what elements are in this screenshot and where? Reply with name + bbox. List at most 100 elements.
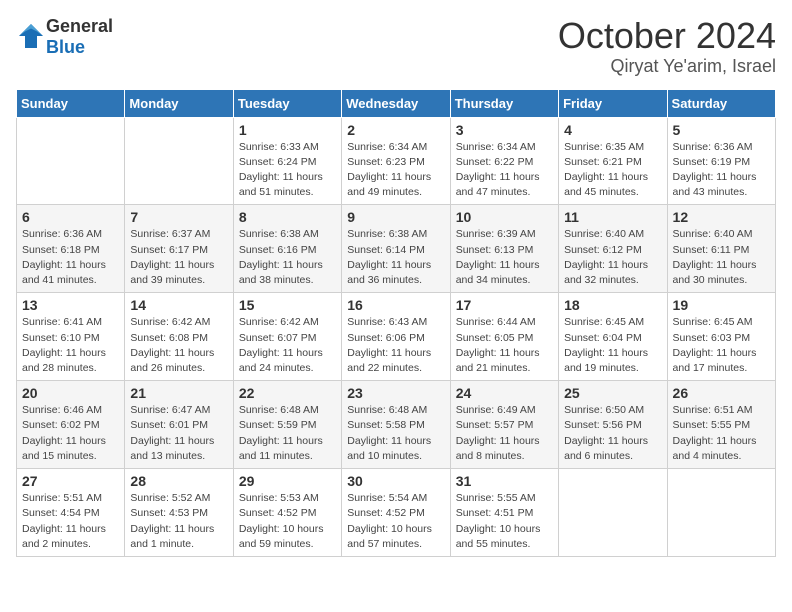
- day-number: 31: [456, 473, 553, 489]
- calendar-cell: 4 Sunrise: 6:35 AMSunset: 6:21 PMDaylight…: [559, 117, 667, 205]
- day-detail: Sunrise: 6:42 AMSunset: 6:07 PMDaylight:…: [239, 315, 336, 376]
- calendar-cell: 27 Sunrise: 5:51 AMSunset: 4:54 PMDayligh…: [17, 469, 125, 557]
- header-friday: Friday: [559, 89, 667, 117]
- calendar-week-5: 27 Sunrise: 5:51 AMSunset: 4:54 PMDayligh…: [17, 469, 776, 557]
- day-detail: Sunrise: 6:38 AMSunset: 6:14 PMDaylight:…: [347, 227, 444, 288]
- day-number: 15: [239, 297, 336, 313]
- day-number: 24: [456, 385, 553, 401]
- header-sunday: Sunday: [17, 89, 125, 117]
- day-number: 12: [673, 209, 770, 225]
- day-detail: Sunrise: 5:55 AMSunset: 4:51 PMDaylight:…: [456, 491, 553, 552]
- day-number: 14: [130, 297, 227, 313]
- calendar-week-2: 6 Sunrise: 6:36 AMSunset: 6:18 PMDaylight…: [17, 205, 776, 293]
- day-number: 30: [347, 473, 444, 489]
- header-saturday: Saturday: [667, 89, 775, 117]
- header-thursday: Thursday: [450, 89, 558, 117]
- day-number: 19: [673, 297, 770, 313]
- calendar-cell: [17, 117, 125, 205]
- calendar-cell: [667, 469, 775, 557]
- calendar-cell: 23 Sunrise: 6:48 AMSunset: 5:58 PMDayligh…: [342, 381, 450, 469]
- day-number: 26: [673, 385, 770, 401]
- calendar-cell: 18 Sunrise: 6:45 AMSunset: 6:04 PMDayligh…: [559, 293, 667, 381]
- calendar-cell: 22 Sunrise: 6:48 AMSunset: 5:59 PMDayligh…: [233, 381, 341, 469]
- calendar-cell: 20 Sunrise: 6:46 AMSunset: 6:02 PMDayligh…: [17, 381, 125, 469]
- calendar-cell: 11 Sunrise: 6:40 AMSunset: 6:12 PMDayligh…: [559, 205, 667, 293]
- day-detail: Sunrise: 6:36 AMSunset: 6:19 PMDaylight:…: [673, 140, 770, 201]
- calendar-title: October 2024: [558, 16, 776, 56]
- calendar-cell: 16Sunrise: 6:43 AMSunset: 6:06 PMDayligh…: [342, 293, 450, 381]
- logo: General Blue: [16, 16, 113, 58]
- day-number: 10: [456, 209, 553, 225]
- calendar-cell: 15 Sunrise: 6:42 AMSunset: 6:07 PMDayligh…: [233, 293, 341, 381]
- day-detail: Sunrise: 6:34 AMSunset: 6:23 PMDaylight:…: [347, 140, 444, 201]
- calendar-cell: 3 Sunrise: 6:34 AMSunset: 6:22 PMDaylight…: [450, 117, 558, 205]
- calendar-cell: 25 Sunrise: 6:50 AMSunset: 5:56 PMDayligh…: [559, 381, 667, 469]
- calendar-cell: [125, 117, 233, 205]
- calendar-cell: 29Sunrise: 5:53 AMSunset: 4:52 PMDayligh…: [233, 469, 341, 557]
- day-detail: Sunrise: 6:45 AMSunset: 6:04 PMDaylight:…: [564, 315, 661, 376]
- logo-icon: [16, 21, 46, 51]
- calendar-cell: 1Sunrise: 6:33 AMSunset: 6:24 PMDaylight…: [233, 117, 341, 205]
- day-number: 18: [564, 297, 661, 313]
- day-number: 4: [564, 122, 661, 138]
- day-number: 20: [22, 385, 119, 401]
- day-detail: Sunrise: 6:48 AMSunset: 5:59 PMDaylight:…: [239, 403, 336, 464]
- calendar-cell: 30 Sunrise: 5:54 AMSunset: 4:52 PMDayligh…: [342, 469, 450, 557]
- day-detail: Sunrise: 5:51 AMSunset: 4:54 PMDaylight:…: [22, 491, 119, 552]
- logo-blue: Blue: [46, 37, 85, 57]
- calendar-cell: 9 Sunrise: 6:38 AMSunset: 6:14 PMDaylight…: [342, 205, 450, 293]
- day-detail: Sunrise: 6:34 AMSunset: 6:22 PMDaylight:…: [456, 140, 553, 201]
- day-number: 25: [564, 385, 661, 401]
- calendar-subtitle: Qiryat Ye'arim, Israel: [558, 56, 776, 77]
- day-detail: Sunrise: 6:35 AMSunset: 6:21 PMDaylight:…: [564, 140, 661, 201]
- calendar-week-4: 20 Sunrise: 6:46 AMSunset: 6:02 PMDayligh…: [17, 381, 776, 469]
- calendar-cell: 6 Sunrise: 6:36 AMSunset: 6:18 PMDaylight…: [17, 205, 125, 293]
- day-detail: Sunrise: 6:37 AMSunset: 6:17 PMDaylight:…: [130, 227, 227, 288]
- calendar-cell: 31 Sunrise: 5:55 AMSunset: 4:51 PMDayligh…: [450, 469, 558, 557]
- calendar-cell: 13Sunrise: 6:41 AMSunset: 6:10 PMDayligh…: [17, 293, 125, 381]
- day-detail: Sunrise: 6:47 AMSunset: 6:01 PMDaylight:…: [130, 403, 227, 464]
- day-detail: Sunrise: 6:45 AMSunset: 6:03 PMDaylight:…: [673, 315, 770, 376]
- calendar-cell: 10Sunrise: 6:39 AMSunset: 6:13 PMDayligh…: [450, 205, 558, 293]
- day-detail: Sunrise: 6:43 AMSunset: 6:06 PMDaylight:…: [347, 315, 444, 376]
- calendar-cell: 28 Sunrise: 5:52 AMSunset: 4:53 PMDayligh…: [125, 469, 233, 557]
- day-number: 8: [239, 209, 336, 225]
- day-detail: Sunrise: 6:36 AMSunset: 6:18 PMDaylight:…: [22, 227, 119, 288]
- day-detail: Sunrise: 6:49 AMSunset: 5:57 PMDaylight:…: [456, 403, 553, 464]
- calendar-cell: [559, 469, 667, 557]
- header-monday: Monday: [125, 89, 233, 117]
- day-number: 6: [22, 209, 119, 225]
- calendar-cell: 24 Sunrise: 6:49 AMSunset: 5:57 PMDayligh…: [450, 381, 558, 469]
- day-number: 9: [347, 209, 444, 225]
- calendar-cell: 2Sunrise: 6:34 AMSunset: 6:23 PMDaylight…: [342, 117, 450, 205]
- day-number: 28: [130, 473, 227, 489]
- day-number: 22: [239, 385, 336, 401]
- header: General Blue October 2024 Qiryat Ye'arim…: [16, 16, 776, 77]
- day-number: 7: [130, 209, 227, 225]
- calendar-cell: 26Sunrise: 6:51 AMSunset: 5:55 PMDayligh…: [667, 381, 775, 469]
- day-number: 11: [564, 209, 661, 225]
- day-detail: Sunrise: 5:54 AMSunset: 4:52 PMDaylight:…: [347, 491, 444, 552]
- day-detail: Sunrise: 6:38 AMSunset: 6:16 PMDaylight:…: [239, 227, 336, 288]
- day-number: 27: [22, 473, 119, 489]
- day-detail: Sunrise: 6:40 AMSunset: 6:12 PMDaylight:…: [564, 227, 661, 288]
- day-number: 23: [347, 385, 444, 401]
- day-number: 17: [456, 297, 553, 313]
- calendar-header-row: SundayMondayTuesdayWednesdayThursdayFrid…: [17, 89, 776, 117]
- header-tuesday: Tuesday: [233, 89, 341, 117]
- calendar-cell: 21 Sunrise: 6:47 AMSunset: 6:01 PMDayligh…: [125, 381, 233, 469]
- day-detail: Sunrise: 6:40 AMSunset: 6:11 PMDaylight:…: [673, 227, 770, 288]
- day-number: 21: [130, 385, 227, 401]
- title-block: October 2024 Qiryat Ye'arim, Israel: [558, 16, 776, 77]
- calendar-table: SundayMondayTuesdayWednesdayThursdayFrid…: [16, 89, 776, 557]
- day-detail: Sunrise: 6:48 AMSunset: 5:58 PMDaylight:…: [347, 403, 444, 464]
- day-detail: Sunrise: 6:46 AMSunset: 6:02 PMDaylight:…: [22, 403, 119, 464]
- day-number: 3: [456, 122, 553, 138]
- calendar-cell: 12 Sunrise: 6:40 AMSunset: 6:11 PMDayligh…: [667, 205, 775, 293]
- logo-general: General: [46, 16, 113, 36]
- day-detail: Sunrise: 6:50 AMSunset: 5:56 PMDaylight:…: [564, 403, 661, 464]
- header-wednesday: Wednesday: [342, 89, 450, 117]
- day-detail: Sunrise: 5:52 AMSunset: 4:53 PMDaylight:…: [130, 491, 227, 552]
- calendar-cell: 8 Sunrise: 6:38 AMSunset: 6:16 PMDaylight…: [233, 205, 341, 293]
- day-number: 13: [22, 297, 119, 313]
